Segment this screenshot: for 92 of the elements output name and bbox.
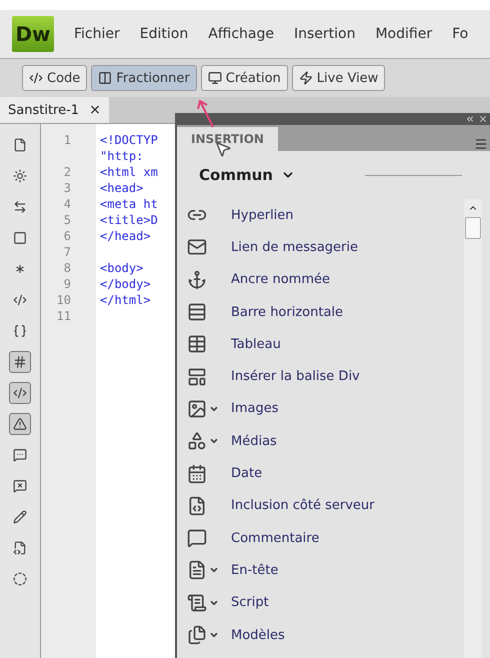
- line-number: 5: [64, 213, 71, 227]
- code-icon: [13, 386, 27, 400]
- menu-item[interactable]: Affichage: [208, 26, 274, 42]
- braces-icon: [13, 324, 27, 338]
- line-number: 9: [64, 277, 71, 291]
- insert-item[interactable]: Commentaire: [187, 522, 464, 554]
- code-line: <head>: [100, 181, 144, 195]
- layout-icon: [187, 366, 207, 387]
- document-icon: [187, 560, 207, 580]
- speech-bubble-icon: [187, 528, 207, 548]
- insert-item[interactable]: Médias: [187, 425, 464, 458]
- menu-icon[interactable]: [474, 137, 488, 151]
- scrollbar[interactable]: [464, 199, 482, 658]
- insert-item[interactable]: En-tête: [187, 554, 464, 587]
- line-number: 11: [56, 309, 71, 323]
- insert-item[interactable]: Inclusion côté serveur: [187, 490, 464, 522]
- close-icon[interactable]: [478, 114, 488, 124]
- table-icon: [187, 334, 207, 354]
- code-line: </html>: [100, 293, 151, 307]
- menu-item[interactable]: Edition: [140, 26, 188, 42]
- line-number: 6: [64, 229, 71, 243]
- file-icon: [13, 138, 27, 152]
- comment-icon: [13, 448, 27, 462]
- sun-icon: [13, 169, 27, 183]
- lightning-icon: [298, 71, 313, 85]
- rows-icon: [187, 302, 207, 322]
- comment-x-icon: [13, 479, 27, 493]
- hash-icon: [13, 355, 27, 369]
- caret-icon: [209, 630, 219, 640]
- scroll-icon: [187, 592, 207, 613]
- document-tab[interactable]: Sanstitre-1 ×: [0, 97, 109, 123]
- arrows-icon: [13, 200, 27, 214]
- code-icon: [13, 293, 27, 307]
- code-line: </body>: [100, 277, 151, 291]
- view-button[interactable]: Création: [200, 65, 288, 91]
- monitor-icon: [208, 71, 222, 85]
- collapse-icon[interactable]: [465, 114, 475, 124]
- insert-item[interactable]: Ancre nommée: [187, 264, 464, 296]
- category-dropdown[interactable]: Commun: [199, 166, 295, 184]
- line-number: 10: [56, 293, 71, 307]
- app-logo: Dw: [12, 16, 54, 52]
- code-line: </head>: [100, 229, 151, 243]
- image-icon: [187, 398, 207, 419]
- tool-button[interactable]: [9, 351, 31, 373]
- file-code-icon: [13, 541, 27, 555]
- line-number: 2: [64, 165, 71, 179]
- close-tab-button[interactable]: ×: [89, 102, 101, 118]
- menu-item[interactable]: Modifier: [375, 26, 432, 42]
- menu-item[interactable]: Fichier: [74, 26, 120, 42]
- anchor-icon: [187, 270, 207, 290]
- code-line: <title>D: [100, 213, 158, 227]
- insert-item[interactable]: Tableau: [187, 328, 464, 360]
- tab-title: Sanstitre-1: [8, 102, 80, 118]
- envelope-icon: [187, 237, 207, 258]
- line-number: 4: [64, 197, 71, 211]
- circle-icon: [13, 572, 27, 586]
- code-line: <html xm: [100, 165, 158, 179]
- insert-item[interactable]: Barre horizontale: [187, 296, 464, 328]
- line-number: 7: [64, 245, 71, 259]
- insert-item[interactable]: Modèles: [187, 618, 464, 652]
- insert-item[interactable]: Script: [187, 586, 464, 619]
- view-button[interactable]: Live View: [292, 65, 386, 91]
- insert-item[interactable]: Hyperlien: [187, 199, 464, 232]
- code-line: <meta ht: [100, 197, 158, 211]
- code-line: <!DOCTYP: [100, 133, 158, 147]
- code-icon: [29, 71, 43, 85]
- split-view-icon: [98, 71, 112, 85]
- tool-button[interactable]: [9, 382, 31, 404]
- view-button[interactable]: Code: [22, 65, 88, 91]
- view-button[interactable]: Fractionner: [91, 65, 197, 91]
- file-code-icon: [187, 496, 207, 516]
- panel-tab[interactable]: INSERTION: [177, 127, 278, 151]
- menu-item[interactable]: Insertion: [294, 26, 356, 42]
- insert-item[interactable]: Insérer la balise Div: [187, 360, 464, 393]
- line-number: 3: [64, 181, 71, 195]
- shapes-icon: [187, 431, 207, 452]
- line-number: 8: [64, 261, 71, 275]
- line-number: 1: [64, 133, 71, 147]
- warning-icon: [13, 417, 27, 431]
- insert-item[interactable]: Date: [187, 457, 464, 490]
- arrow-icon: [196, 98, 216, 128]
- insert-item[interactable]: Images: [187, 392, 464, 426]
- tool-button[interactable]: [9, 413, 31, 435]
- pencil-icon: [13, 510, 27, 524]
- files-icon: [187, 625, 207, 645]
- menu-item[interactable]: Fo: [452, 26, 468, 42]
- code-line: <body>: [100, 261, 144, 275]
- scroll-thumb[interactable]: [465, 217, 481, 239]
- code-line: "http:: [100, 149, 144, 163]
- insert-item[interactable]: Lien de messagerie: [187, 231, 464, 264]
- square-icon: [13, 231, 27, 245]
- calendar-icon: [187, 464, 207, 484]
